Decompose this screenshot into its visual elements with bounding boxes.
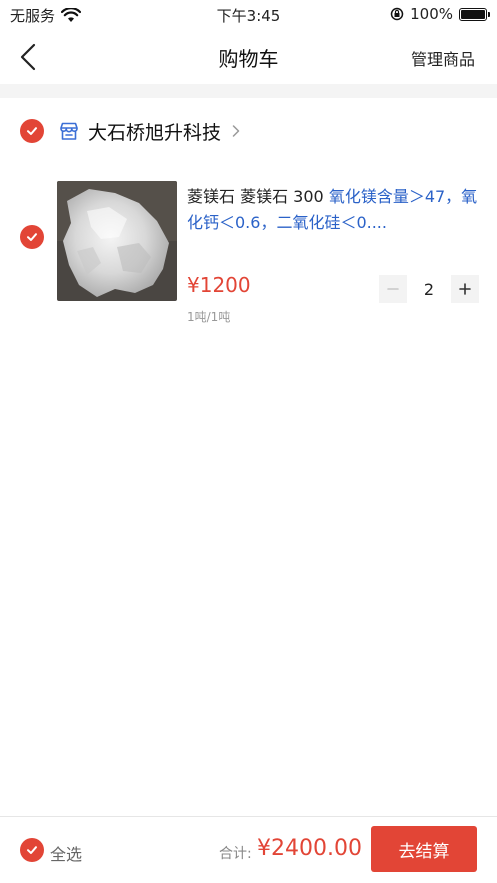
checkout-button[interactable]: 去结算 bbox=[371, 826, 477, 872]
checkout-bar: 全选 合计: ¥2400.00 去结算 bbox=[0, 816, 497, 883]
cart-content: 大石桥旭升科技 菱镁石 菱镁石 300 氧化镁含量＞47，氧化钙＜0.6，二氧化… bbox=[0, 98, 497, 816]
product-unit: 1吨/1吨 bbox=[187, 310, 231, 324]
back-arrow-icon bbox=[20, 43, 36, 71]
chevron-right-icon bbox=[232, 125, 240, 137]
lock-rotation-icon bbox=[390, 7, 404, 21]
product-name: 菱镁石 菱镁石 300 bbox=[187, 187, 329, 206]
product-title[interactable]: 菱镁石 菱镁石 300 氧化镁含量＞47，氧化钙＜0.6，二氧化硅＜0.... bbox=[187, 184, 479, 236]
increase-quantity-button[interactable] bbox=[451, 275, 479, 303]
status-bar: 无服务 下午3:45 100% bbox=[0, 0, 497, 30]
item-checkbox[interactable] bbox=[20, 225, 44, 249]
manage-items-button[interactable]: 管理商品 bbox=[411, 46, 475, 70]
battery-text: 100% bbox=[410, 5, 453, 23]
product-image[interactable] bbox=[57, 181, 177, 301]
select-all-checkbox[interactable] bbox=[20, 838, 44, 862]
check-icon bbox=[27, 127, 37, 135]
store-header[interactable]: 大石桥旭升科技 bbox=[20, 116, 477, 146]
nav-bar: 购物车 管理商品 bbox=[0, 30, 497, 84]
product-price: ¥1200 bbox=[187, 273, 251, 297]
store-name[interactable]: 大石桥旭升科技 bbox=[88, 118, 221, 145]
decrease-quantity-button[interactable] bbox=[379, 275, 407, 303]
total-value: ¥2400.00 bbox=[257, 836, 362, 861]
store-icon bbox=[60, 122, 78, 140]
status-right: 100% bbox=[390, 5, 490, 23]
check-icon bbox=[27, 233, 37, 241]
battery-fill bbox=[461, 9, 485, 19]
plus-icon bbox=[459, 283, 471, 295]
check-icon bbox=[27, 846, 37, 854]
back-button[interactable] bbox=[16, 42, 44, 72]
total-label: 合计: bbox=[219, 846, 252, 862]
minus-icon bbox=[387, 288, 399, 290]
quantity-stepper: 2 bbox=[379, 275, 479, 303]
product-photo bbox=[57, 181, 177, 301]
quantity-value[interactable]: 2 bbox=[407, 280, 451, 299]
store-checkbox[interactable] bbox=[20, 119, 44, 143]
select-all-label[interactable]: 全选 bbox=[50, 841, 82, 865]
battery-icon bbox=[459, 7, 490, 21]
